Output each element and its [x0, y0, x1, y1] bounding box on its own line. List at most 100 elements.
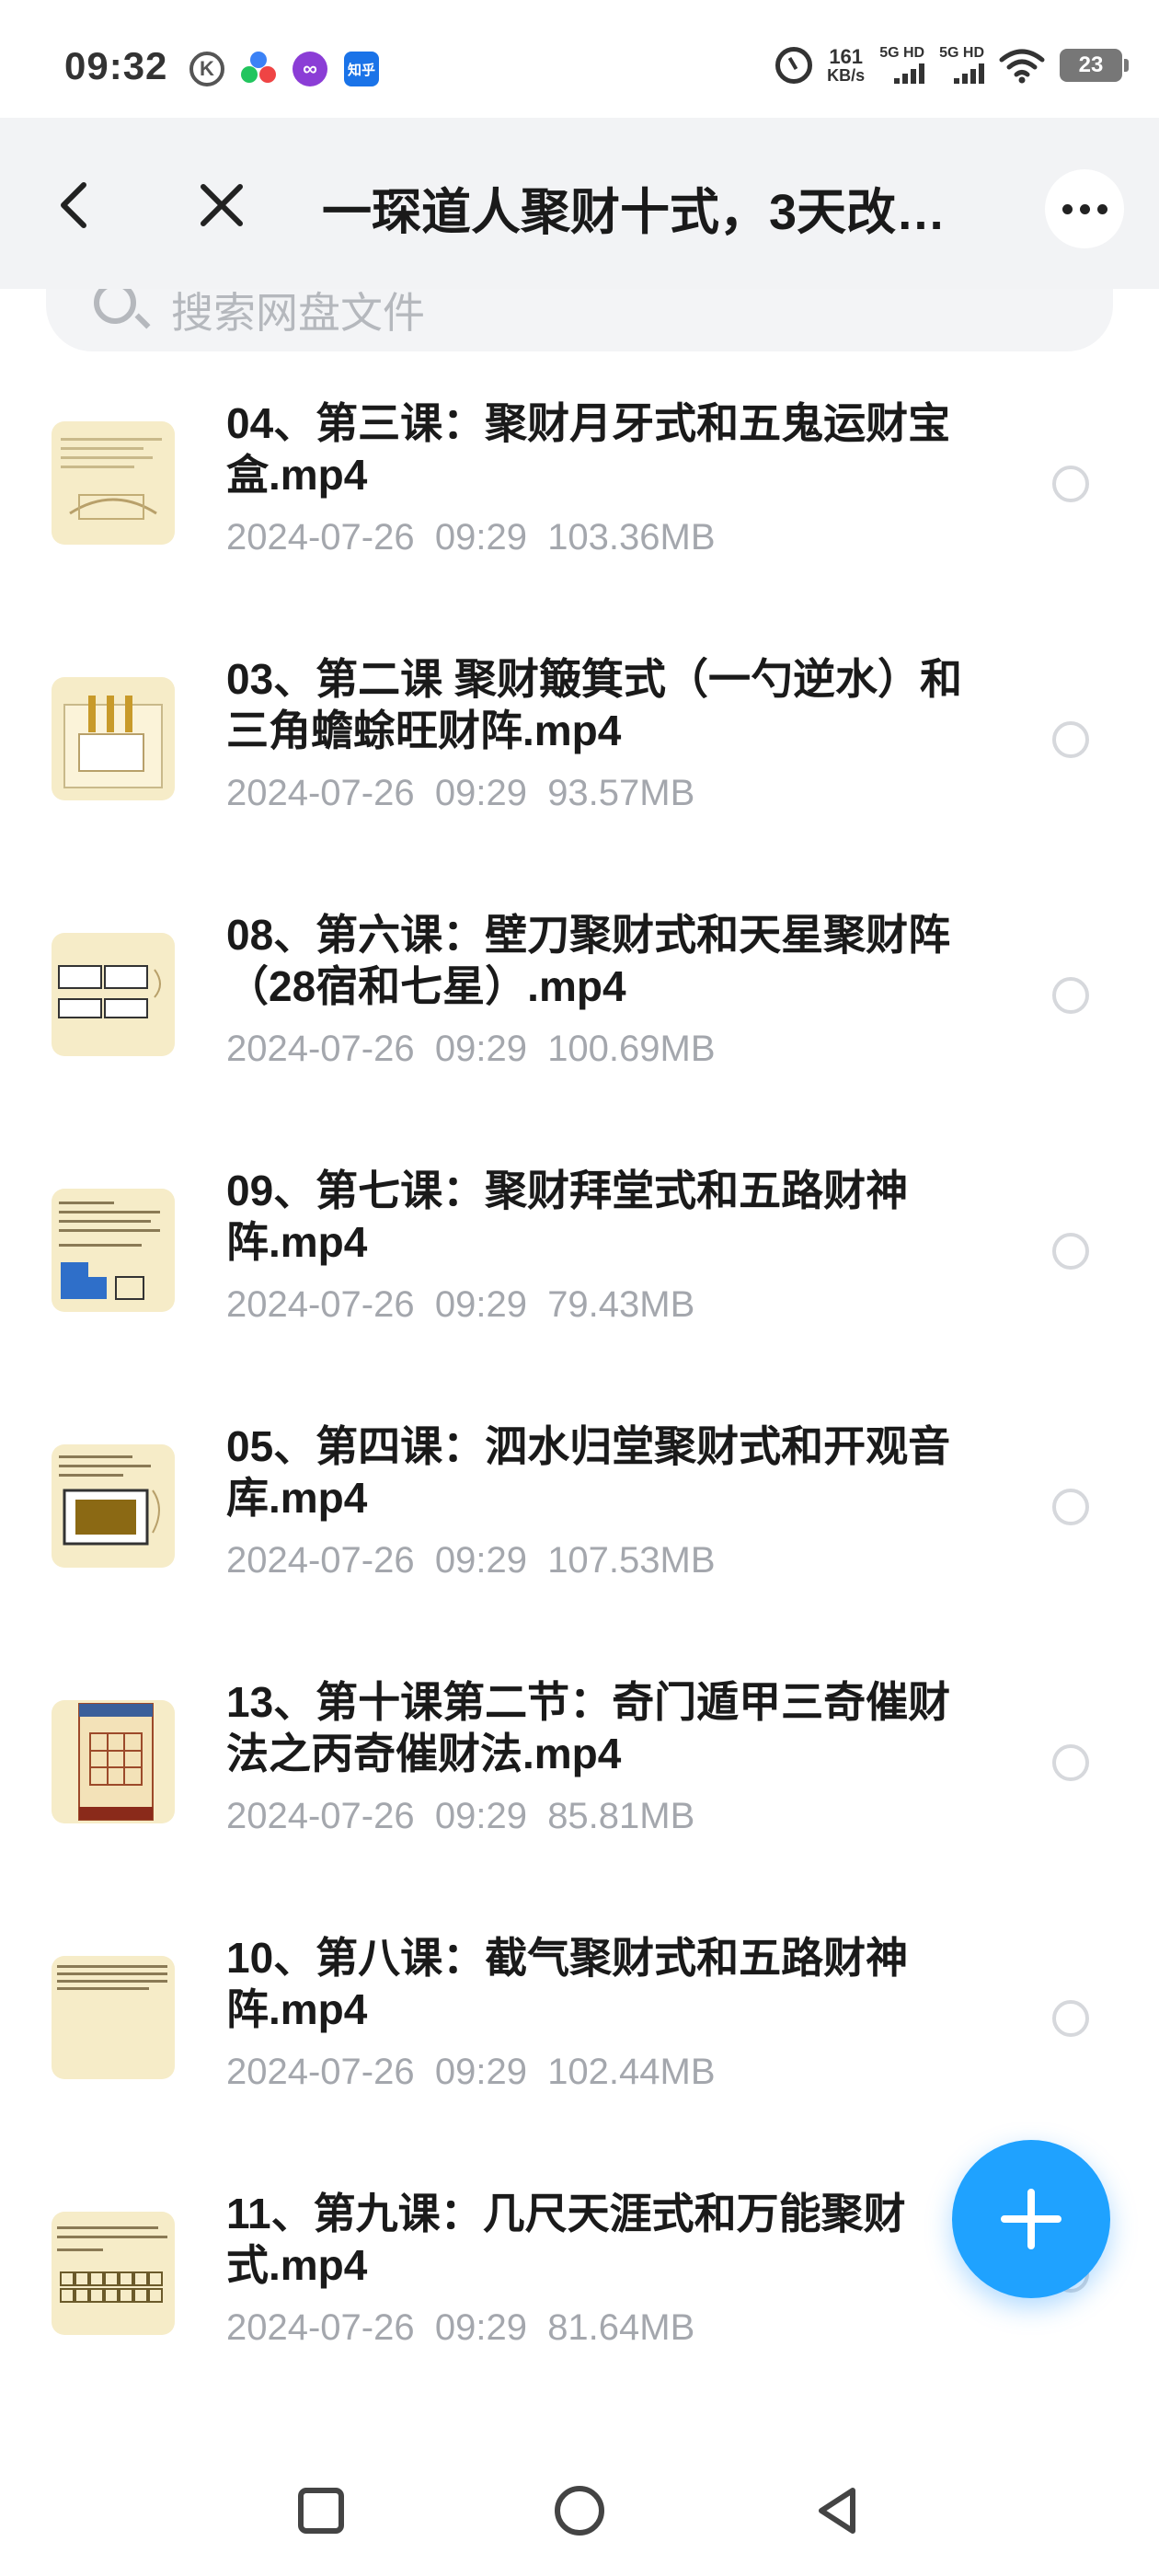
file-meta: 2024-07-26 09:29 103.36MB	[226, 517, 716, 558]
select-checkbox[interactable]	[1052, 977, 1089, 1014]
signal-2: 5G HD	[939, 46, 984, 84]
file-size: 103.36MB	[547, 517, 716, 558]
file-row[interactable]: 04、第三课：聚财月牙式和五鬼运财宝盒.mp4 2024-07-26 09:29…	[0, 386, 1159, 642]
square-icon	[298, 2488, 344, 2534]
back-nav-button[interactable]	[806, 2478, 870, 2543]
file-time: 09:29	[434, 1796, 527, 1836]
file-size: 85.81MB	[547, 1796, 695, 1836]
file-time: 09:29	[434, 1284, 527, 1325]
file-meta: 2024-07-26 09:29 81.64MB	[226, 2307, 694, 2349]
signal-bars-icon	[894, 63, 925, 84]
select-checkbox[interactable]	[1052, 1744, 1089, 1781]
file-time: 09:29	[434, 1029, 527, 1069]
select-checkbox[interactable]	[1052, 1233, 1089, 1270]
add-button[interactable]	[952, 2140, 1110, 2298]
file-name: 05、第四课：泗水归堂聚财式和开观音库.mp4	[226, 1422, 951, 1522]
file-time: 09:29	[434, 773, 527, 813]
select-checkbox[interactable]	[1052, 466, 1089, 502]
flower-icon	[241, 52, 276, 86]
more-options-button[interactable]	[1045, 169, 1124, 248]
file-row[interactable]: 10、第八课：截气聚财式和五路财神阵.mp4 2024-07-26 09:29 …	[0, 1921, 1159, 2177]
file-thumbnail	[52, 1700, 175, 1823]
loop-icon: ∞	[293, 52, 327, 86]
file-row[interactable]: 08、第六课：壁刀聚财式和天星聚财阵（28宿和七星）.mp4 2024-07-2…	[0, 898, 1159, 1154]
file-list: 04、第三课：聚财月牙式和五鬼运财宝盒.mp4 2024-07-26 09:29…	[0, 386, 1159, 2432]
file-time: 09:29	[434, 1540, 527, 1581]
file-time: 09:29	[434, 2307, 527, 2348]
wifi-icon	[999, 47, 1045, 84]
file-row[interactable]: 13、第十课第二节：奇门遁甲三奇催财法之丙奇催财法.mp4 2024-07-26…	[0, 1665, 1159, 1921]
net-speed: 161 KB/s	[827, 44, 866, 85]
status-app-icons: K ∞ 知乎	[189, 52, 379, 86]
file-size: 107.53MB	[547, 1540, 716, 1581]
file-row[interactable]: 05、第四课：泗水归堂聚财式和开观音库.mp4 2024-07-26 09:29…	[0, 1409, 1159, 1665]
file-meta: 2024-07-26 09:29 93.57MB	[226, 773, 694, 814]
file-meta: 2024-07-26 09:29 102.44MB	[226, 2052, 716, 2093]
file-time: 09:29	[434, 2052, 527, 2092]
close-button[interactable]	[189, 173, 254, 237]
home-button[interactable]	[547, 2478, 612, 2543]
file-name: 09、第七课：聚财拜堂式和五路财神阵.mp4	[226, 1167, 909, 1266]
file-size: 79.43MB	[547, 1284, 695, 1325]
file-name: 03、第二课 聚财簸箕式（一勺逆水）和三角蟾蜍旺财阵.mp4	[226, 655, 962, 754]
dot-icon	[1061, 203, 1073, 214]
zhihu-icon: 知乎	[344, 52, 379, 86]
file-name: 11、第九课：几尺天涯式和万能聚财式.mp4	[226, 2190, 906, 2289]
file-meta: 2024-07-26 09:29 85.81MB	[226, 1796, 694, 1837]
recents-button[interactable]	[289, 2478, 353, 2543]
screen: 09:32 K ∞ 知乎 161 KB/s 5G HD 5G HD 23 搜索网…	[0, 0, 1159, 2576]
file-size: 81.64MB	[547, 2307, 695, 2348]
header: 一琛道人聚财十式，3天改…	[0, 118, 1159, 289]
file-name: 04、第三课：聚财月牙式和五鬼运财宝盒.mp4	[226, 399, 951, 499]
status-bar: 09:32 K ∞ 知乎 161 KB/s 5G HD 5G HD 23	[0, 0, 1159, 118]
file-thumbnail	[52, 2212, 175, 2335]
circle-icon	[555, 2486, 604, 2536]
file-time: 09:29	[434, 517, 527, 558]
file-date: 2024-07-26	[226, 2052, 415, 2092]
signal-2-label: 5G HD	[939, 45, 984, 61]
triangle-back-icon	[819, 2488, 855, 2534]
file-date: 2024-07-26	[226, 1284, 415, 1325]
file-name: 08、第六课：壁刀聚财式和天星聚财阵（28宿和七星）.mp4	[226, 911, 951, 1010]
signal-1: 5G HD	[879, 45, 925, 84]
dot-icon	[1079, 203, 1090, 214]
status-time: 09:32	[64, 44, 168, 87]
file-thumbnail	[52, 933, 175, 1056]
file-thumbnail	[52, 421, 175, 545]
select-checkbox[interactable]	[1052, 721, 1089, 758]
file-thumbnail	[52, 1444, 175, 1568]
page-title: 一琛道人聚财十式，3天改…	[322, 185, 947, 240]
file-thumbnail	[52, 1956, 175, 2079]
file-meta: 2024-07-26 09:29 79.43MB	[226, 1284, 694, 1326]
file-thumbnail	[52, 1189, 175, 1312]
file-date: 2024-07-26	[226, 773, 415, 813]
close-icon	[201, 184, 243, 226]
net-speed-unit: KB/s	[827, 65, 866, 85]
file-size: 100.69MB	[547, 1029, 716, 1069]
signal-bars-icon	[954, 63, 984, 84]
plus-icon	[1001, 2189, 1061, 2249]
file-thumbnail	[52, 677, 175, 800]
file-date: 2024-07-26	[226, 1796, 415, 1836]
file-size: 102.44MB	[547, 2052, 716, 2092]
file-date: 2024-07-26	[226, 517, 415, 558]
file-name: 10、第八课：截气聚财式和五路财神阵.mp4	[226, 1934, 909, 2033]
net-speed-value: 161	[829, 44, 864, 68]
file-name: 13、第十课第二节：奇门遁甲三奇催财法之丙奇催财法.mp4	[226, 1678, 951, 1777]
file-date: 2024-07-26	[226, 2307, 415, 2348]
chevron-left-icon	[61, 182, 86, 228]
back-button[interactable]	[42, 173, 107, 237]
battery-icon: 23	[1060, 48, 1129, 82]
select-checkbox[interactable]	[1052, 1489, 1089, 1525]
file-meta: 2024-07-26 09:29 100.69MB	[226, 1029, 716, 1070]
select-checkbox[interactable]	[1052, 2000, 1089, 2037]
dot-icon	[1096, 203, 1107, 214]
k-icon: K	[189, 52, 224, 86]
file-row[interactable]: 03、第二课 聚财簸箕式（一勺逆水）和三角蟾蜍旺财阵.mp4 2024-07-2…	[0, 642, 1159, 898]
file-size: 93.57MB	[547, 773, 695, 813]
alarm-icon	[775, 46, 813, 84]
file-date: 2024-07-26	[226, 1540, 415, 1581]
signal-1-label: 5G HD	[879, 45, 925, 61]
file-row[interactable]: 09、第七课：聚财拜堂式和五路财神阵.mp4 2024-07-26 09:29 …	[0, 1154, 1159, 1409]
file-meta: 2024-07-26 09:29 107.53MB	[226, 1540, 716, 1581]
